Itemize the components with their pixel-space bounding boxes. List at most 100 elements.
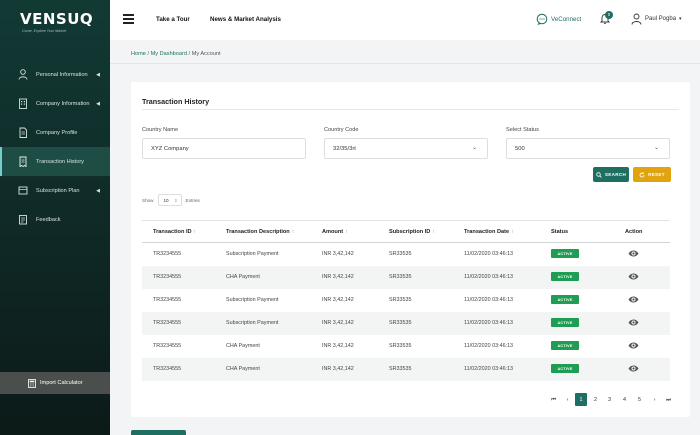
transaction-id-cell: TR3234555 bbox=[153, 320, 182, 326]
date-cell: 11/02/2020 03:46:13 bbox=[464, 251, 514, 257]
eye-icon[interactable] bbox=[628, 295, 639, 304]
first-page-button[interactable]: ⏮ bbox=[548, 394, 559, 406]
menu-icon[interactable] bbox=[123, 14, 134, 24]
th-status[interactable]: Status bbox=[551, 229, 568, 235]
th-subscription-id[interactable]: Subscription ID ↑ bbox=[389, 229, 435, 235]
eye-icon[interactable] bbox=[628, 364, 639, 373]
th-transaction-date[interactable]: Transaction Date ↑ bbox=[464, 229, 514, 235]
entries-select[interactable]: 10 ⇕ bbox=[157, 194, 182, 206]
status-badge: ACTIVE bbox=[551, 364, 579, 373]
table-row: TR3234555 CHA Payment INR 3,42,142 SR33535 1… bbox=[142, 266, 670, 289]
page-2-button[interactable]: 2 bbox=[590, 394, 601, 406]
status-label: Select Status bbox=[506, 127, 539, 133]
take-a-tour-link[interactable]: Take a Tour bbox=[156, 16, 190, 23]
sidebar-item-personal-information[interactable]: Personal Information ◀ bbox=[0, 60, 110, 89]
divider bbox=[110, 63, 700, 64]
divider bbox=[142, 109, 679, 110]
brand-name: VENSUQ bbox=[20, 10, 94, 28]
footer-button[interactable] bbox=[131, 430, 186, 435]
th-transaction-id[interactable]: Transaction ID ↑ bbox=[153, 229, 196, 235]
subscription-id-cell: SR33535 bbox=[389, 366, 412, 372]
date-cell: 11/02/2020 03:46:13 bbox=[464, 343, 514, 349]
breadcrumb-home[interactable]: Home bbox=[131, 51, 146, 57]
next-page-button[interactable]: › bbox=[649, 394, 660, 406]
breadcrumb-dashboard[interactable]: My Dashboard bbox=[151, 51, 187, 57]
page-1-button[interactable]: 1 bbox=[575, 393, 587, 406]
status-select[interactable]: 500 ⌄ bbox=[506, 138, 670, 159]
eye-icon[interactable] bbox=[628, 272, 639, 281]
search-button[interactable]: SEARCH bbox=[593, 167, 629, 182]
status-badge: ACTIVE bbox=[551, 341, 579, 350]
chevron-down-icon: ⌄ bbox=[471, 145, 477, 151]
calculator-icon bbox=[27, 378, 36, 388]
page-3-button[interactable]: 3 bbox=[604, 394, 615, 406]
import-calculator-label: Import Calculator bbox=[40, 380, 83, 386]
breadcrumb-separator: / bbox=[147, 51, 150, 57]
country-name-label: Country Name bbox=[142, 127, 179, 133]
transaction-id-cell: TR3234555 bbox=[153, 274, 182, 280]
chevron-left-icon: ◀ bbox=[96, 187, 100, 194]
column-label: Transaction ID bbox=[153, 229, 192, 235]
news-market-analysis-link[interactable]: News & Market Analysis bbox=[210, 16, 281, 23]
import-calculator-button[interactable]: Import Calculator bbox=[0, 372, 110, 394]
subscription-id-cell: SR33535 bbox=[389, 297, 412, 303]
date-cell: 11/02/2020 03:46:13 bbox=[464, 366, 514, 372]
column-label: Action bbox=[625, 229, 643, 235]
subscription-icon bbox=[17, 185, 29, 197]
description-cell: Subscription Payment bbox=[226, 251, 279, 257]
brand-tagline: Come, Explore Your Market bbox=[22, 29, 67, 33]
sidebar-item-subscription-plan[interactable]: Subscription Plan ◀ bbox=[0, 176, 110, 205]
search-icon bbox=[596, 171, 602, 178]
status-value: 500 bbox=[515, 145, 525, 152]
pagination: ⏮ ‹ 1 2 3 4 5 › ⏭ bbox=[131, 393, 690, 406]
sidebar-item-label: Feedback bbox=[36, 216, 61, 223]
column-label: Status bbox=[551, 229, 569, 235]
breadcrumb: Home / My Dashboard / My Account bbox=[131, 51, 221, 57]
chevron-left-icon: ◀ bbox=[96, 71, 100, 78]
sort-icon[interactable]: ↑ bbox=[194, 229, 197, 235]
user-avatar-icon bbox=[631, 13, 642, 25]
logo[interactable]: VENSUQ Come, Explore Your Market bbox=[20, 10, 100, 38]
top-header: Take a Tour News & Market Analysis VeCon… bbox=[110, 0, 700, 40]
show-label: Show bbox=[142, 197, 154, 203]
description-cell: Subscription Payment bbox=[226, 320, 279, 326]
country-name-value: XYZ Company bbox=[151, 145, 189, 152]
chat-icon bbox=[536, 13, 548, 25]
column-label: Transaction Description bbox=[226, 229, 290, 235]
date-cell: 11/02/2020 03:46:13 bbox=[464, 274, 514, 280]
th-amount[interactable]: Amount ↑ bbox=[322, 229, 348, 235]
status-badge: ACTIVE bbox=[551, 295, 579, 304]
transaction-history-card: Transaction History Country Name XYZ Com… bbox=[131, 82, 690, 417]
refresh-icon bbox=[639, 171, 645, 177]
country-code-select[interactable]: 32/35/3rt ⌄ bbox=[324, 138, 488, 159]
prev-page-button[interactable]: ‹ bbox=[562, 394, 573, 406]
sort-icon[interactable]: ↑ bbox=[292, 229, 295, 235]
page-4-button[interactable]: 4 bbox=[619, 394, 630, 406]
sort-icon[interactable]: ↑ bbox=[511, 229, 514, 235]
page-5-button[interactable]: 5 bbox=[634, 394, 645, 406]
user-name: Paul Pogba bbox=[645, 16, 677, 22]
card-title: Transaction History bbox=[142, 97, 210, 106]
subscription-id-cell: SR33535 bbox=[389, 320, 412, 326]
th-transaction-description[interactable]: Transaction Description ↑ bbox=[226, 229, 294, 235]
transaction-id-cell: TR3234555 bbox=[153, 343, 182, 349]
sort-icon[interactable]: ↑ bbox=[432, 229, 435, 235]
sidebar-item-company-information[interactable]: Company Information ◀ bbox=[0, 89, 110, 118]
reset-label: RESET bbox=[648, 172, 665, 177]
eye-icon[interactable] bbox=[628, 249, 639, 258]
feedback-icon bbox=[17, 214, 29, 226]
eye-icon[interactable] bbox=[628, 341, 639, 350]
last-page-button[interactable]: ⏭ bbox=[663, 394, 674, 406]
reset-button[interactable]: RESET bbox=[633, 167, 671, 182]
table-row: TR3234555 Subscription Payment INR 3,42,14… bbox=[142, 312, 670, 335]
sort-icon[interactable]: ↑ bbox=[345, 229, 348, 235]
sidebar-item-feedback[interactable]: Feedback bbox=[0, 205, 110, 234]
sidebar-item-company-profile[interactable]: Company Profile bbox=[0, 118, 110, 147]
veconnect-link[interactable]: VeConnect bbox=[536, 13, 581, 25]
sidebar-item-transaction-history[interactable]: Transaction History bbox=[0, 147, 110, 176]
user-menu[interactable]: Paul Pogba ▾ bbox=[631, 13, 682, 25]
table-row: TR3234555 Subscription Payment INR 3,42,14… bbox=[142, 289, 670, 312]
country-code-value: 32/35/3rt bbox=[333, 145, 356, 152]
country-name-field[interactable]: XYZ Company bbox=[142, 138, 306, 159]
eye-icon[interactable] bbox=[628, 318, 639, 327]
